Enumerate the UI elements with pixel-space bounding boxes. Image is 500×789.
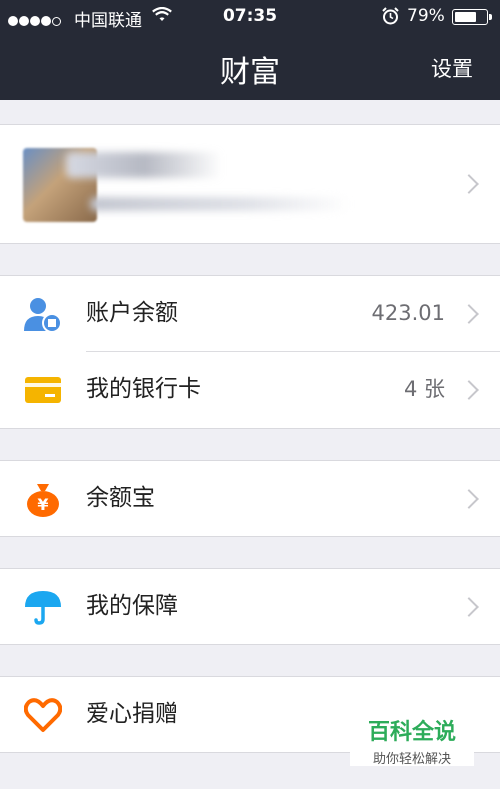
bank-cards-label: 我的银行卡 — [86, 376, 201, 402]
funds-group: 账户余额 423.01 我的银行卡 4 张 — [0, 275, 500, 429]
chevron-right-icon — [459, 174, 479, 194]
blurred-account-name — [66, 152, 222, 178]
page-title: 财富 — [220, 55, 280, 90]
chevron-right-icon — [459, 597, 479, 617]
chevron-right-icon — [459, 489, 479, 509]
bank-cards-row[interactable]: 我的银行卡 4 张 — [0, 352, 500, 427]
chevron-right-icon — [459, 304, 479, 324]
battery-percentage: 79% — [407, 6, 445, 26]
donation-label: 爱心捐赠 — [86, 701, 178, 727]
alarm-icon — [382, 7, 399, 30]
bank-cards-count: 4 张 — [403, 377, 445, 401]
yuebao-group: ¥ 余额宝 — [0, 460, 500, 537]
blurred-account-id — [90, 197, 350, 211]
insurance-group: 我的保障 — [0, 568, 500, 645]
svg-text:¥: ¥ — [37, 495, 48, 514]
chevron-right-icon — [459, 380, 479, 400]
insurance-row[interactable]: 我的保障 — [0, 569, 500, 644]
top-bar: 中国联通 07:35 79% 财富 设置 — [0, 0, 500, 100]
money-bag-icon: ¥ — [24, 480, 62, 518]
account-balance-label: 账户余额 — [86, 300, 178, 326]
watermark-title: 百科全说 — [367, 720, 456, 745]
yuebao-row[interactable]: ¥ 余额宝 — [0, 461, 500, 536]
account-balance-row[interactable]: 账户余额 423.01 — [0, 276, 500, 351]
account-balance-icon — [24, 295, 62, 333]
settings-button[interactable]: 设置 — [431, 53, 473, 83]
battery-icon — [452, 9, 492, 25]
insurance-label: 我的保障 — [86, 593, 178, 619]
account-profile-card[interactable] — [0, 124, 500, 244]
watermark-subtitle: 助你轻松解决 — [372, 752, 451, 767]
account-balance-value: 423.01 — [371, 301, 445, 325]
watermark: 百科全说 助你轻松解决 — [350, 708, 474, 767]
yuebao-label: 余额宝 — [86, 485, 155, 511]
heart-icon — [23, 696, 63, 734]
umbrella-icon — [24, 588, 62, 626]
status-bar: 中国联通 07:35 79% — [0, 0, 500, 33]
bank-card-icon — [24, 371, 62, 409]
